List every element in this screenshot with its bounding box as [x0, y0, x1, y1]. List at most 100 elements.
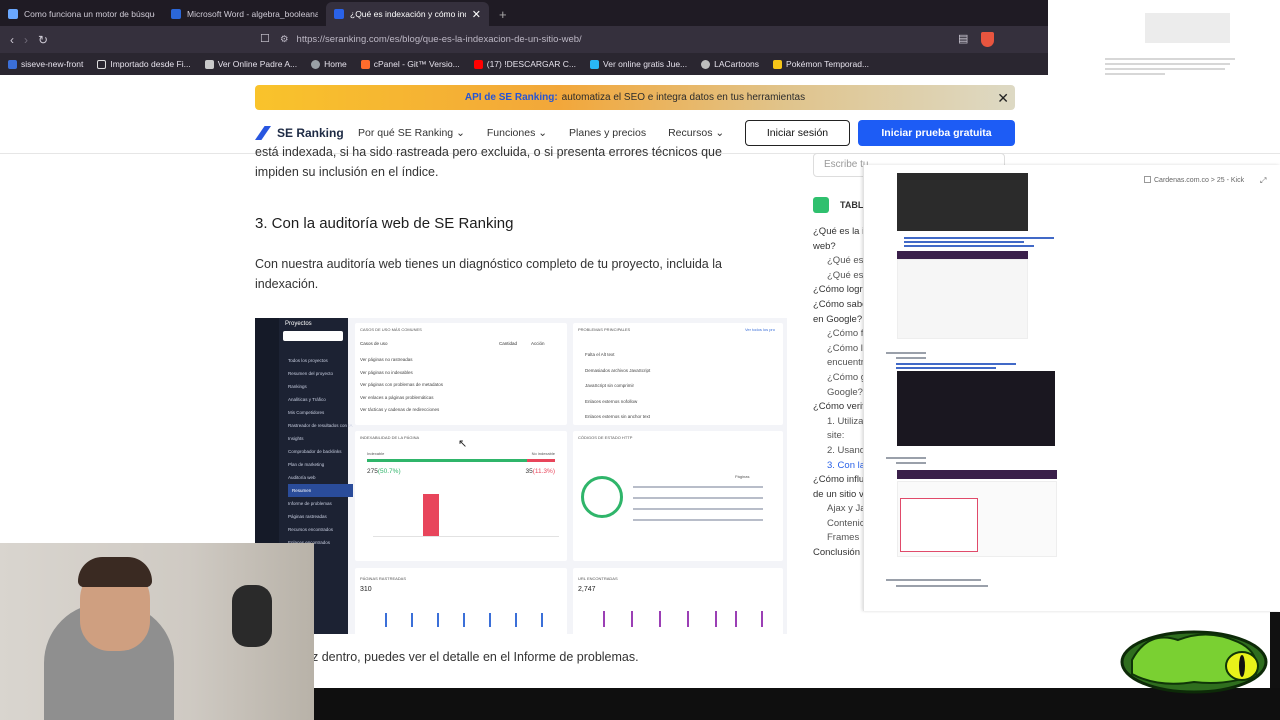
doc-line — [886, 579, 981, 581]
bookmark-label: Pokémon Temporad... — [786, 59, 870, 69]
bookmark-folder[interactable]: Importado desde Fi... — [97, 59, 191, 69]
close-icon[interactable]: ✕ — [997, 90, 1009, 107]
nav-item-features[interactable]: Funciones ⌄ — [487, 127, 547, 139]
bar — [411, 613, 413, 627]
doc-line — [896, 357, 926, 359]
expand-icon[interactable]: ⤢ — [1260, 176, 1266, 186]
panel-title: INDEXABILIDAD DE LA PÁGINA — [360, 435, 420, 440]
url-field[interactable]: ⚙ https://seranking.com/es/blog/que-es-l… — [280, 30, 1000, 49]
app-menu-item: Resumen del proyecto — [288, 371, 334, 376]
toc-subitem[interactable]: Ajax y Ja — [813, 502, 869, 517]
bookmark-item[interactable]: (17) !DESCARGAR C... — [473, 59, 576, 69]
toc-subitem[interactable]: Frames — [813, 531, 869, 546]
panel-value: 2,747 — [578, 586, 596, 593]
forward-icon[interactable]: › — [24, 33, 28, 47]
toc-icon — [813, 197, 829, 213]
legend-indexable: Indexable — [367, 451, 385, 456]
panel-col: Acción — [531, 341, 545, 346]
trial-button[interactable]: Iniciar prueba gratuita — [858, 120, 1015, 146]
toc-title: TABL — [840, 200, 864, 210]
bar — [437, 613, 439, 627]
toc-subitem[interactable]: Google? — [813, 386, 869, 401]
panel-row: Demasiados archivos JavaScript — [585, 367, 651, 373]
bookmark-item[interactable]: Home — [311, 59, 347, 69]
toc-item[interactable]: ¿Qué es la i — [813, 225, 869, 240]
donut-chart — [581, 476, 623, 518]
reader-icon[interactable]: ▤ — [958, 32, 968, 45]
bookmark-item[interactable]: LACartoons — [701, 59, 759, 69]
nav-item-why[interactable]: Por qué SE Ranking ⌄ — [358, 127, 465, 139]
toc-subitem[interactable]: 1. Utiliza — [813, 415, 869, 430]
toc-item[interactable]: Conclusión — [813, 546, 869, 561]
paragraph-line: Con nuestra auditoría web tienes un diag… — [255, 257, 722, 271]
doc-image — [897, 173, 1028, 231]
toc-subitem[interactable]: site: — [813, 429, 869, 444]
doc-link — [904, 237, 1054, 239]
panel-row: Ver páginas no rastreadas — [360, 357, 413, 362]
promo-banner[interactable]: API de SE Ranking: automatiza el SEO e i… — [255, 85, 1015, 110]
toc-item[interactable]: ¿Cómo logra — [813, 283, 869, 298]
app-menu: Todos los proyectos Resumen del proyecto… — [288, 354, 353, 549]
nav-item-pricing[interactable]: Planes y precios — [569, 127, 646, 139]
back-icon[interactable]: ‹ — [10, 33, 14, 47]
browser-tab[interactable]: Como funciona un motor de búsque... — [0, 2, 163, 26]
toc-item[interactable]: ¿Cómo influ — [813, 473, 869, 488]
bookmark-item[interactable]: cPanel - Git™ Versio... — [360, 59, 460, 69]
panel-row — [633, 497, 763, 499]
bookmark-label: LACartoons — [714, 59, 760, 69]
app-menu-item: Páginas rastreadas — [288, 514, 327, 519]
panel-indexability: INDEXABILIDAD DE LA PÁGINA Indexable No … — [355, 431, 567, 561]
webcam-feed — [0, 543, 314, 720]
bookmark-item[interactable]: Ver online gratis Jue... — [590, 59, 687, 69]
floating-document-window[interactable]: Cardenas.com.co > 25 - Kick ⤢ — [863, 165, 1280, 611]
nav-label: Planes y precios — [569, 127, 647, 139]
site-info-icon[interactable]: ⚙ — [280, 34, 289, 45]
toc-item[interactable]: en Google? — [813, 313, 869, 328]
toc-item[interactable]: ¿Cómo sabe — [813, 298, 869, 313]
seranking-logo[interactable]: SE Ranking — [255, 126, 358, 140]
toc-subitem[interactable]: ¿Cómo g — [813, 371, 869, 386]
toc-item[interactable]: de un sitio v — [813, 488, 869, 503]
toc-subitem-active[interactable]: 3. Con la — [813, 459, 869, 474]
app-menu-item: Rankings — [288, 384, 307, 389]
panel-row — [633, 508, 763, 510]
panel-row — [633, 486, 763, 488]
nav-item-resources[interactable]: Recursos ⌄ — [668, 127, 724, 139]
bookmark-label: Ver online gratis Jue... — [603, 59, 688, 69]
brave-shield-icon[interactable] — [981, 32, 994, 47]
axis-line — [373, 536, 559, 537]
browser-tab-bar: Como funciona un motor de búsque... Micr… — [0, 0, 1048, 26]
toc-subitem[interactable]: ¿Qué es — [813, 254, 869, 269]
bar — [735, 611, 737, 627]
nav-label: Funciones — [486, 127, 536, 139]
doc-line — [1105, 63, 1230, 65]
toc-subitem[interactable]: ¿Cómo fu — [813, 327, 869, 342]
bookmark-icon[interactable]: ☐ — [260, 32, 270, 45]
doc-line — [886, 457, 926, 459]
panel-row: Ver tácticas y cadenas de redirecciones — [360, 407, 440, 412]
bar — [631, 611, 633, 627]
toc-subitem[interactable]: Contenic — [813, 517, 869, 532]
toc-item[interactable]: web? — [813, 240, 869, 255]
app-project-select — [283, 331, 343, 341]
app-menu-item: Mis Competidores — [288, 410, 325, 415]
toc-subitem[interactable]: 2. Usand — [813, 444, 869, 459]
mouse-cursor-icon: ↖ — [458, 438, 468, 450]
login-button[interactable]: Iniciar sesión — [745, 120, 850, 146]
new-tab-icon[interactable]: + — [489, 7, 517, 26]
bookmark-item[interactable]: siseve-new-front — [8, 59, 83, 69]
panel-title: CASOS DE USO MÁS COMUNES — [360, 327, 422, 332]
doc-link — [896, 363, 1016, 365]
bookmark-item[interactable]: Ver Online Padre A... — [204, 59, 297, 69]
toc-item[interactable]: ¿Cómo verif — [813, 400, 869, 415]
reload-icon[interactable]: ↻ — [38, 33, 48, 47]
bookmark-item[interactable]: Pokémon Temporad... — [773, 59, 869, 69]
close-tab-icon[interactable]: ✕ — [472, 8, 481, 21]
toc-subitem[interactable]: ¿Qué es — [813, 269, 869, 284]
toc-subitem[interactable]: ¿Cómo lo — [813, 342, 869, 357]
bookmark-label: siseve-new-front — [21, 59, 84, 69]
browser-tab[interactable]: Microsoft Word - algebra_booleana... — [163, 2, 326, 26]
browser-tab-active[interactable]: ¿Qué es indexación y cómo inde... ✕ — [326, 2, 489, 26]
toc-subitem[interactable]: encuentr — [813, 356, 869, 371]
doc-line — [896, 585, 988, 587]
